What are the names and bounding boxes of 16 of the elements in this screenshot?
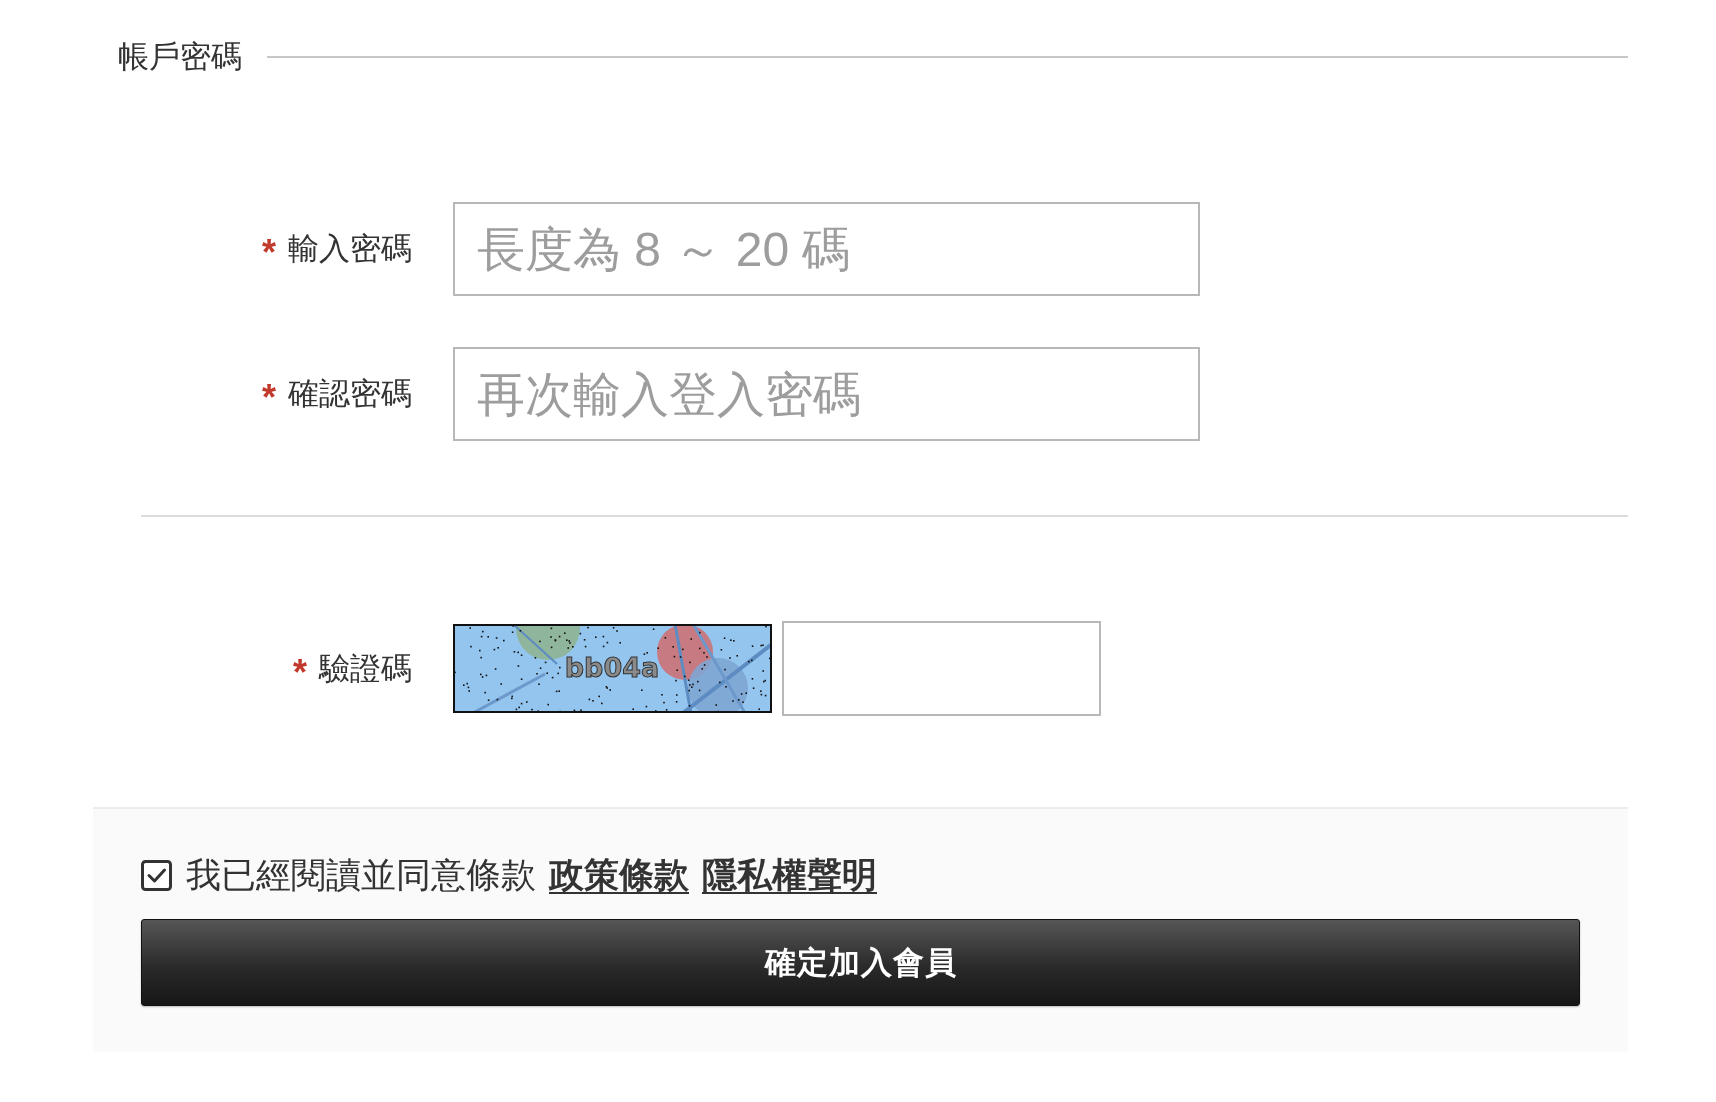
field-label: 確認密碼 [288,375,412,413]
agreement-text: 我已經閱讀並同意條款 [186,853,536,896]
submit-button[interactable]: 確定加入會員 [141,919,1580,1006]
required-mark: * [293,654,307,691]
field-label: 輸入密碼 [288,230,412,268]
password-field[interactable]: 長度為 8 ～ 20 碼 [453,202,1200,296]
required-mark: * [262,235,276,271]
field-label: 驗證碼 [319,649,412,688]
agreement-link[interactable]: 政策條款 [549,851,689,899]
captcha-field[interactable] [782,621,1101,716]
required-mark: * [262,380,276,416]
section-title: 帳戶密碼 [118,38,242,76]
agreement-link[interactable]: 隱私權聲明 [702,851,877,899]
checkbox[interactable] [141,859,172,891]
captcha-code: bb04a [564,652,660,683]
password-field[interactable]: 再次輸入登入密碼 [453,347,1200,441]
